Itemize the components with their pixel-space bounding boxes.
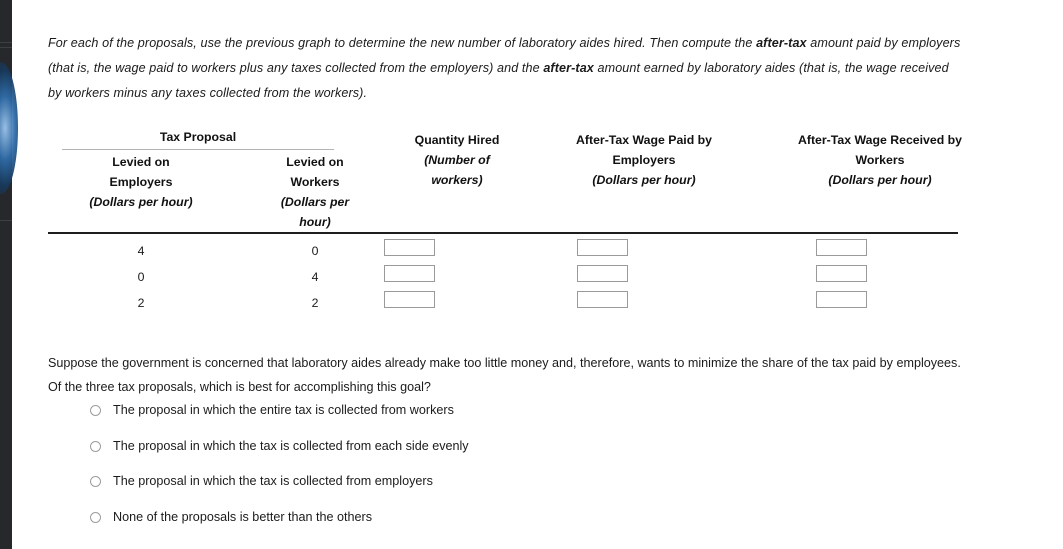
after-tax-wage-paid-input-row-1[interactable]: [577, 239, 628, 256]
tax-proposal-table: Tax Proposal Levied on Employers (Dollar…: [48, 106, 962, 310]
option-tax-from-each-side-evenly[interactable]: The proposal in which the tax is collect…: [90, 438, 790, 474]
table-row: 0 4: [48, 265, 958, 291]
rail-divider: [0, 42, 12, 43]
follow-up-question: Suppose the government is concerned that…: [48, 355, 961, 394]
column-header-after-tax-wage-received-by-workers: After-Tax Wage Received by Workers (Doll…: [760, 130, 1000, 190]
intro-instructions: For each of the proposals, use the previ…: [48, 31, 965, 106]
after-tax-wage-paid-input-row-2[interactable]: [577, 265, 628, 282]
cell-levied-on-employers: 2: [137, 296, 145, 310]
column-header-after-tax-wage-paid-by-employers: After-Tax Wage Paid by Employers (Dollar…: [524, 130, 764, 190]
option-label: None of the proposals is better than the…: [113, 509, 373, 524]
column-header-units-line1: (Number of: [424, 153, 490, 167]
intro-bold-after-tax-1: after-tax: [756, 35, 807, 50]
after-tax-wage-received-input-row-1[interactable]: [816, 239, 867, 256]
cell-levied-on-workers: 4: [311, 270, 319, 284]
column-header-line2: Employers: [612, 153, 676, 167]
app-left-rail: [0, 0, 18, 549]
cell-levied-on-workers: 2: [311, 296, 319, 310]
answer-options-group: The proposal in which the entire tax is …: [90, 402, 790, 544]
column-header-units: (Dollars per hour): [828, 173, 932, 187]
cell-levied-on-employers: 4: [137, 244, 145, 258]
column-header-quantity-hired: Quantity Hired (Number of workers): [370, 130, 544, 190]
quantity-hired-input-row-2[interactable]: [384, 265, 435, 282]
radio-button-icon[interactable]: [90, 405, 101, 416]
after-tax-wage-received-input-row-2[interactable]: [816, 265, 867, 282]
column-group-underline: [62, 149, 334, 150]
column-header-line1: Quantity Hired: [414, 133, 500, 147]
column-header-line2: Workers: [855, 153, 905, 167]
cell-levied-on-employers: 0: [137, 270, 145, 284]
column-header-line1: After-Tax Wage Received by: [797, 133, 962, 147]
radio-button-icon[interactable]: [90, 511, 101, 523]
column-header-line1: After-Tax Wage Paid by: [576, 133, 712, 147]
intro-text-part1: For each of the proposals, use the previ…: [48, 35, 757, 50]
column-header-line2: Employers: [109, 175, 173, 189]
quantity-hired-input-row-1[interactable]: [384, 239, 435, 256]
column-header-levied-on-employers: Levied on Employers (Dollars per hour): [54, 152, 228, 212]
radio-button-icon[interactable]: [90, 440, 101, 452]
column-header-units: (Dollars per hour): [592, 173, 696, 187]
intro-bold-after-tax-2: after-tax: [543, 60, 594, 75]
cell-levied-on-workers: 0: [311, 244, 319, 258]
after-tax-wage-paid-input-row-3[interactable]: [577, 291, 628, 308]
column-header-units-line2: workers): [431, 173, 483, 187]
option-tax-from-employers[interactable]: The proposal in which the tax is collect…: [90, 473, 790, 509]
table-row: 2 2: [48, 291, 958, 317]
option-label: The proposal in which the tax is collect…: [113, 474, 433, 488]
exercise-page: For each of the proposals, use the previ…: [12, 0, 1063, 549]
table-header-rule: [48, 232, 958, 234]
column-header-units: (Dollars per hour): [89, 195, 193, 209]
option-label: The proposal in which the tax is collect…: [113, 438, 469, 453]
rail-divider: [0, 47, 12, 48]
table-row: 4 0: [48, 239, 958, 265]
option-label: The proposal in which the entire tax is …: [113, 403, 454, 417]
option-entire-tax-from-workers[interactable]: The proposal in which the entire tax is …: [90, 402, 790, 438]
after-tax-wage-received-input-row-3[interactable]: [816, 291, 867, 308]
column-group-header-tax-proposal: Tax Proposal: [159, 130, 237, 144]
rail-divider: [0, 220, 12, 221]
column-header-line1: Levied on: [112, 155, 170, 169]
radio-button-icon[interactable]: [90, 476, 101, 487]
table-header-row: Tax Proposal Levied on Employers (Dollar…: [48, 106, 962, 230]
option-none-better[interactable]: None of the proposals is better than the…: [90, 509, 790, 545]
column-header-units-line2: hour): [299, 215, 331, 229]
quantity-hired-input-row-3[interactable]: [384, 291, 435, 308]
column-header-units-line1: (Dollars per: [280, 195, 350, 209]
